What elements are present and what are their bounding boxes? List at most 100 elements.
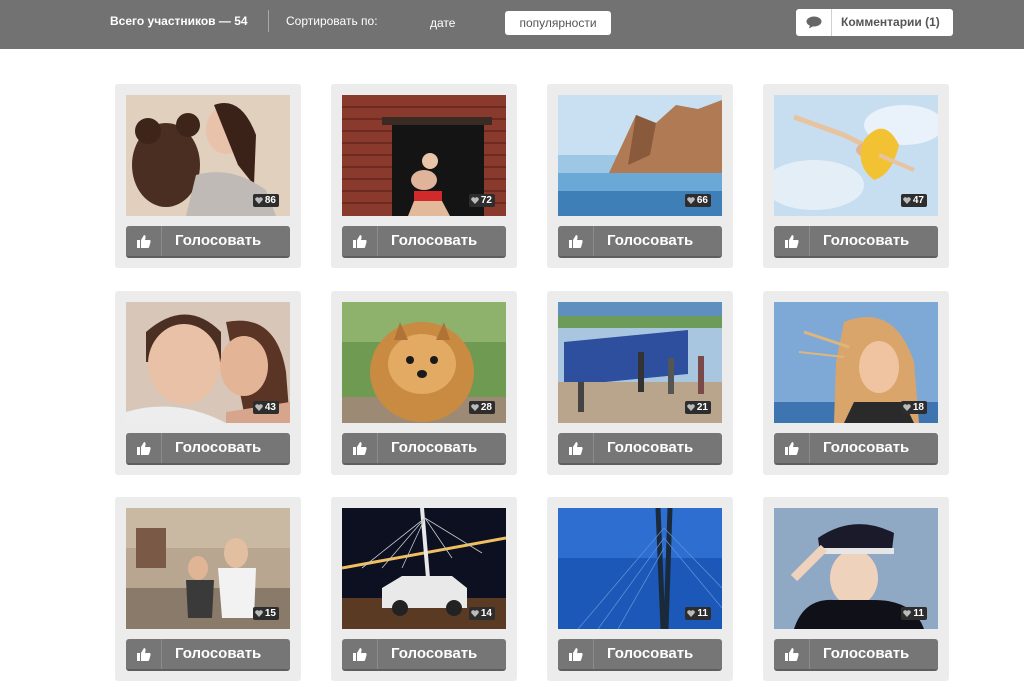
vote-label: Голосовать (823, 439, 910, 456)
entry-photo[interactable]: 11 (774, 508, 938, 629)
entry-card: 28 Голосовать (331, 291, 517, 475)
vote-button[interactable]: Голосовать (774, 639, 938, 671)
thumbs-up-icon (126, 226, 162, 256)
vote-label: Голосовать (391, 645, 478, 662)
top-bar: Всего участников — 54 Сортировать по: да… (0, 0, 1024, 49)
heart-icon (903, 610, 912, 617)
vote-button[interactable]: Голосовать (126, 433, 290, 465)
sort-label: Сортировать по: (286, 14, 378, 28)
heart-icon (687, 197, 695, 204)
entry-photo[interactable]: 43 (126, 302, 290, 423)
thumbs-up-icon (774, 639, 810, 669)
vote-label: Голосовать (607, 645, 694, 662)
heart-icon (255, 610, 263, 617)
vote-label: Голосовать (607, 232, 694, 249)
sort-by-popularity-button[interactable]: популярности (505, 11, 611, 35)
vote-button[interactable]: Голосовать (342, 639, 506, 671)
heart-icon (903, 197, 911, 204)
entry-photo[interactable]: 18 (774, 302, 938, 423)
vote-label: Голосовать (175, 439, 262, 456)
divider (268, 10, 269, 32)
likes-badge: 86 (252, 194, 279, 207)
likes-badge: 21 (684, 401, 711, 414)
entry-photo[interactable]: 47 (774, 95, 938, 216)
thumbs-up-icon (774, 226, 810, 256)
heart-icon (903, 404, 911, 411)
likes-count: 72 (480, 195, 492, 206)
likes-badge: 18 (900, 401, 927, 414)
entry-card: 86 Голосовать (115, 84, 301, 268)
likes-badge: 11 (685, 607, 711, 620)
vote-label: Голосовать (823, 232, 910, 249)
entry-photo[interactable]: 14 (342, 508, 506, 629)
vote-button[interactable]: Голосовать (558, 226, 722, 258)
likes-count: 28 (480, 402, 492, 413)
vote-button[interactable]: Голосовать (774, 433, 938, 465)
sort-by-date-link[interactable]: дате (430, 16, 455, 30)
entry-photo[interactable]: 28 (342, 302, 506, 423)
comments-button[interactable]: Комментарии (1) (796, 9, 953, 36)
likes-count: 66 (696, 195, 708, 206)
thumbs-up-icon (558, 226, 594, 256)
heart-icon (255, 197, 263, 204)
likes-badge: 28 (468, 401, 495, 414)
entry-card: 18 Голосовать (763, 291, 949, 475)
entry-card: 15 Голосовать (115, 497, 301, 681)
vote-button[interactable]: Голосовать (558, 433, 722, 465)
likes-badge: 66 (684, 194, 711, 207)
entry-photo[interactable]: 11 (558, 508, 722, 629)
vote-label: Голосовать (391, 439, 478, 456)
likes-count: 86 (264, 195, 276, 206)
entry-card: 11 Голосовать (547, 497, 733, 681)
vote-button[interactable]: Голосовать (774, 226, 938, 258)
entry-photo[interactable]: 86 (126, 95, 290, 216)
likes-badge: 72 (468, 194, 495, 207)
thumbs-up-icon (558, 639, 594, 669)
entry-photo[interactable]: 72 (342, 95, 506, 216)
thumbs-up-icon (558, 433, 594, 463)
likes-badge: 43 (252, 401, 279, 414)
vote-button[interactable]: Голосовать (558, 639, 722, 671)
vote-label: Голосовать (823, 645, 910, 662)
thumbs-up-icon (342, 639, 378, 669)
thumbs-up-icon (342, 433, 378, 463)
entry-photo[interactable]: 66 (558, 95, 722, 216)
likes-count: 11 (913, 608, 924, 619)
entry-photo[interactable]: 21 (558, 302, 722, 423)
likes-badge: 47 (900, 194, 927, 207)
likes-count: 18 (912, 402, 924, 413)
comments-label: Комментарии (1) (841, 15, 940, 29)
likes-badge: 15 (252, 607, 279, 620)
entry-card: 21 Голосовать (547, 291, 733, 475)
vote-label: Голосовать (607, 439, 694, 456)
heart-icon (471, 610, 479, 617)
heart-icon (255, 404, 263, 411)
thumbs-up-icon (126, 639, 162, 669)
likes-count: 43 (264, 402, 276, 413)
heart-icon (687, 610, 696, 617)
likes-count: 15 (264, 608, 276, 619)
likes-count: 14 (480, 608, 492, 619)
entry-card: 11 Голосовать (763, 497, 949, 681)
vote-button[interactable]: Голосовать (126, 226, 290, 258)
speech-bubble-icon (796, 9, 832, 36)
vote-label: Голосовать (175, 645, 262, 662)
vote-label: Голосовать (391, 232, 478, 249)
entry-card: 72 Голосовать (331, 84, 517, 268)
vote-label: Голосовать (175, 232, 262, 249)
entry-card: 47 Голосовать (763, 84, 949, 268)
entry-card: 14 Голосовать (331, 497, 517, 681)
heart-icon (471, 404, 479, 411)
likes-badge: 14 (468, 607, 495, 620)
vote-button[interactable]: Голосовать (342, 433, 506, 465)
vote-button[interactable]: Голосовать (126, 639, 290, 671)
likes-count: 11 (697, 608, 708, 619)
likes-badge: 11 (901, 607, 927, 620)
likes-count: 47 (912, 195, 924, 206)
likes-count: 21 (696, 402, 708, 413)
entry-photo[interactable]: 15 (126, 508, 290, 629)
vote-button[interactable]: Голосовать (342, 226, 506, 258)
thumbs-up-icon (126, 433, 162, 463)
entry-card: 66 Голосовать (547, 84, 733, 268)
heart-icon (687, 404, 695, 411)
